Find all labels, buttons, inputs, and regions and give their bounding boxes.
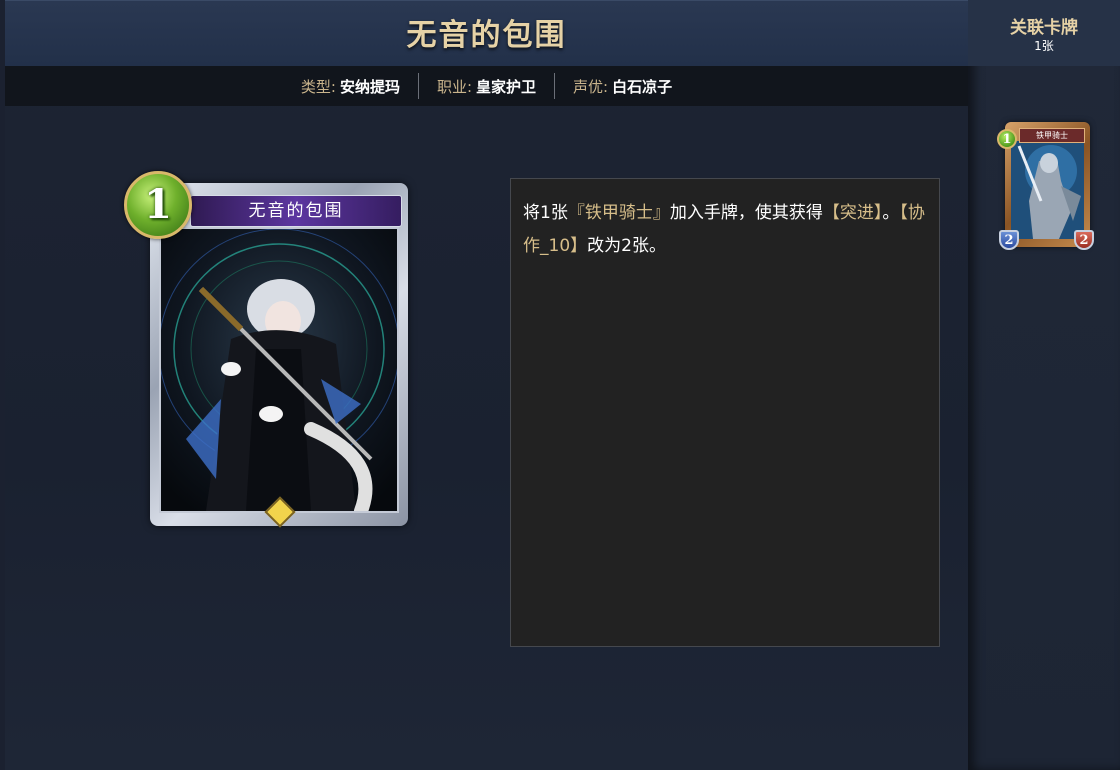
meta-cv-label: 声优: (573, 77, 609, 96)
desc-part3: 。 (882, 203, 900, 223)
card-frame: 无音的包围 1 (124, 171, 408, 528)
card-name-banner: 无音的包围 (190, 195, 402, 227)
card-description: 将1张『铁甲骑士』加入手牌，使其获得【突进】。【协作_10】改为2张。 (510, 178, 940, 647)
desc-part4: 改为2张。 (587, 236, 666, 256)
linked-card-name[interactable]: 『铁甲骑士』 (568, 203, 670, 223)
related-count: 1张 (1034, 39, 1054, 53)
mini-card-artwork (1011, 141, 1084, 239)
related-title: 关联卡牌 (1010, 18, 1078, 38)
description-text: 将1张『铁甲骑士』加入手牌，使其获得【突进】。【协作_10】改为2张。 (523, 197, 927, 263)
related-header: 关联卡牌 1张 (968, 0, 1120, 66)
card-artwork (159, 227, 399, 513)
card-name: 无音的包围 (248, 201, 344, 221)
card-detail-panel: 无音的包围 类型: 安纳提玛 职业: 皇家护卫 声优: 白石凉子 无音的包围 1… (5, 0, 968, 770)
meta-class: 职业: 皇家护卫 (419, 76, 554, 97)
meta-cv-value: 白石凉子 (612, 77, 673, 96)
title-bar: 无音的包围 (5, 0, 968, 67)
meta-cv: 声优: 白石凉子 (555, 76, 690, 97)
mini-card-defense: 2 (1074, 230, 1094, 250)
meta-type: 类型: 安纳提玛 (283, 76, 418, 97)
meta-class-label: 职业: (436, 77, 473, 96)
mini-card-frame: 铁甲骑士 (1005, 122, 1090, 247)
desc-part2: 加入手牌，使其获得 (669, 203, 823, 223)
mini-card-attack: 2 (999, 230, 1019, 250)
related-cards-panel: 关联卡牌 1张 (968, 0, 1120, 770)
related-card-thumbnail[interactable]: 铁甲骑士 1 2 2 (997, 122, 1094, 250)
meta-type-value: 安纳提玛 (339, 77, 400, 96)
card-image: 无音的包围 1 (124, 171, 408, 528)
cost-gem-icon: 1 (124, 171, 192, 239)
meta-type-label: 类型: (300, 77, 336, 96)
desc-part1: 将1张 (523, 203, 568, 223)
keyword-rush[interactable]: 【突进】 (823, 203, 883, 223)
page-title: 无音的包围 (406, 18, 567, 53)
card-meta-bar: 类型: 安纳提玛 职业: 皇家护卫 声优: 白石凉子 (5, 66, 968, 106)
meta-class-value: 皇家护卫 (476, 77, 537, 96)
mini-card-name: 铁甲骑士 (1036, 131, 1068, 140)
mini-card-name-bar: 铁甲骑士 (1019, 128, 1085, 143)
mini-card-cost: 1 (997, 129, 1017, 149)
card-cost: 1 (144, 181, 172, 228)
